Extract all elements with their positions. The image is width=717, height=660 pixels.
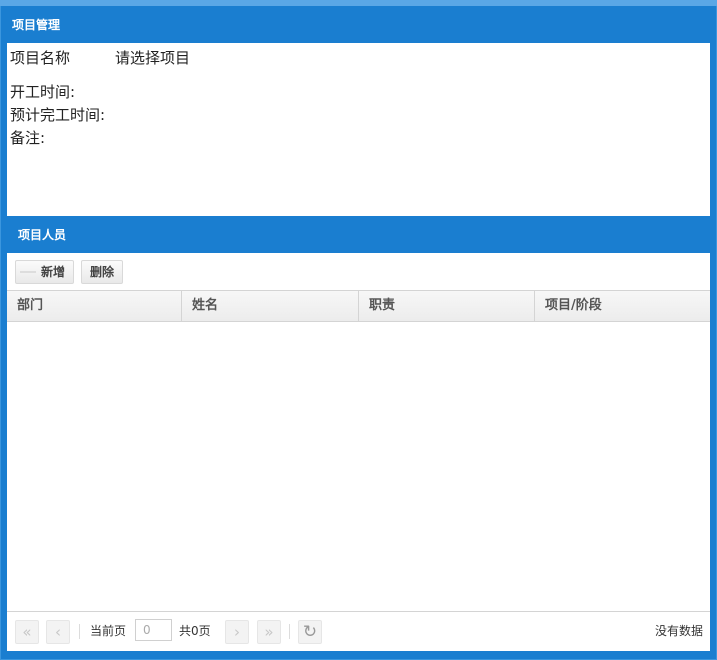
delete-button[interactable]: 删除: [81, 260, 123, 284]
project-info-panel: 项目名称 请选择项目 开工时间: 预计完工时间: 备注:: [7, 43, 710, 216]
add-button-label: 新增: [41, 265, 66, 279]
column-header-department[interactable]: 部门: [7, 291, 182, 321]
add-button[interactable]: 新增: [15, 260, 74, 284]
project-name-row: 项目名称 请选择项目: [10, 47, 190, 68]
first-page-icon[interactable]: «: [15, 620, 39, 644]
current-page-input[interactable]: [135, 619, 172, 641]
column-header-name[interactable]: 姓名: [182, 291, 359, 321]
people-panel: 新增 删除 部门 姓名 职责 项目/阶段 « ‹ 当前页 共0页 › » ↻ 没…: [7, 253, 710, 651]
project-panel-header: 项目管理: [7, 8, 710, 42]
project-panel-title: 项目管理: [12, 18, 61, 32]
project-name-label: 项目名称: [10, 49, 71, 67]
add-icon: [20, 271, 36, 273]
app-frame: 项目管理 项目名称 请选择项目 开工时间: 预计完工时间: 备注: 项目人员 新…: [0, 0, 717, 660]
grid-header: 部门 姓名 职责 项目/阶段: [7, 290, 710, 322]
column-header-duty[interactable]: 职责: [359, 291, 535, 321]
empty-data-text: 没有数据: [654, 624, 703, 638]
refresh-icon[interactable]: ↻: [298, 620, 322, 644]
column-header-project-stage[interactable]: 项目/阶段: [535, 291, 710, 321]
pager-separator: [289, 624, 290, 639]
remark-label: 备注:: [10, 129, 46, 147]
current-page-label: 当前页: [90, 624, 127, 638]
frame-top-border: [0, 0, 717, 6]
next-page-icon[interactable]: ›: [225, 620, 249, 644]
grid-body: [7, 322, 710, 611]
pager-separator: [79, 624, 80, 639]
people-panel-header: 项目人员: [7, 218, 710, 252]
start-time-label: 开工时间:: [10, 83, 76, 101]
finish-time-label: 预计完工时间:: [10, 106, 106, 124]
total-pages-label: 共0页: [179, 624, 211, 638]
pagination-bar: « ‹ 当前页 共0页 › » ↻ 没有数据: [7, 611, 710, 651]
prev-page-icon[interactable]: ‹: [46, 620, 70, 644]
last-page-icon[interactable]: »: [257, 620, 281, 644]
people-panel-title: 项目人员: [18, 228, 67, 242]
project-select[interactable]: 请选择项目: [115, 47, 190, 68]
